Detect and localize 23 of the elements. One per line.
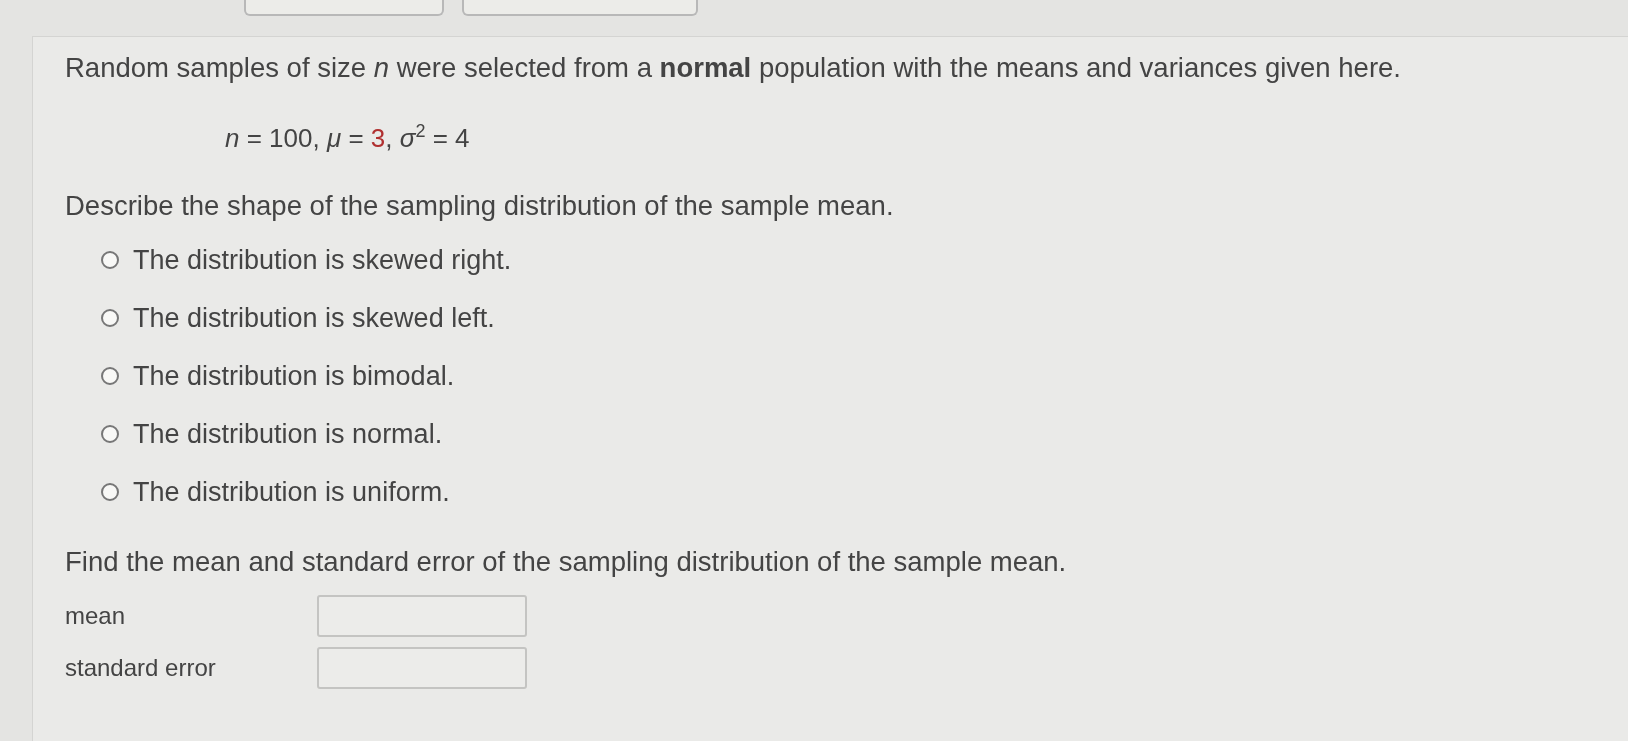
answer-option[interactable]: The distribution is skewed right. xyxy=(101,243,1628,277)
option-label: The distribution is uniform. xyxy=(133,476,450,509)
radio-button[interactable] xyxy=(101,425,119,443)
radio-button[interactable] xyxy=(101,309,119,327)
answer-option[interactable]: The distribution is uniform. xyxy=(101,475,1628,509)
question-text: Find the mean and standard error of the sampling distribution of the sample mean. xyxy=(65,545,1068,579)
radio-button[interactable] xyxy=(101,367,119,385)
question-text: Describe the shape of the sampling distribution of the sample mean. xyxy=(65,189,895,223)
option-label: The distribution is bimodal. xyxy=(133,360,455,393)
option-label: The distribution is normal. xyxy=(133,418,443,451)
answer-option[interactable]: The distribution is normal. xyxy=(101,417,1628,451)
answer-option[interactable]: The distribution is bimodal. xyxy=(101,359,1628,393)
option-label: The distribution is skewed left. xyxy=(133,302,495,335)
intro-text: Random samples of size n were selected from a normal population with the means and variances given here. xyxy=(65,51,1402,85)
field-label: mean xyxy=(65,601,127,631)
answer-field[interactable] xyxy=(317,595,527,637)
radio-button[interactable] xyxy=(101,251,119,269)
radio-button[interactable] xyxy=(101,483,119,501)
option-label: The distribution is skewed right. xyxy=(133,244,512,277)
answer-option[interactable]: The distribution is skewed left. xyxy=(101,301,1628,335)
formula: n = 100, μ = 3, σ$^{2}$ = 4 xyxy=(225,121,471,155)
answer-field[interactable] xyxy=(317,647,527,689)
field-label: standard error xyxy=(65,653,217,683)
